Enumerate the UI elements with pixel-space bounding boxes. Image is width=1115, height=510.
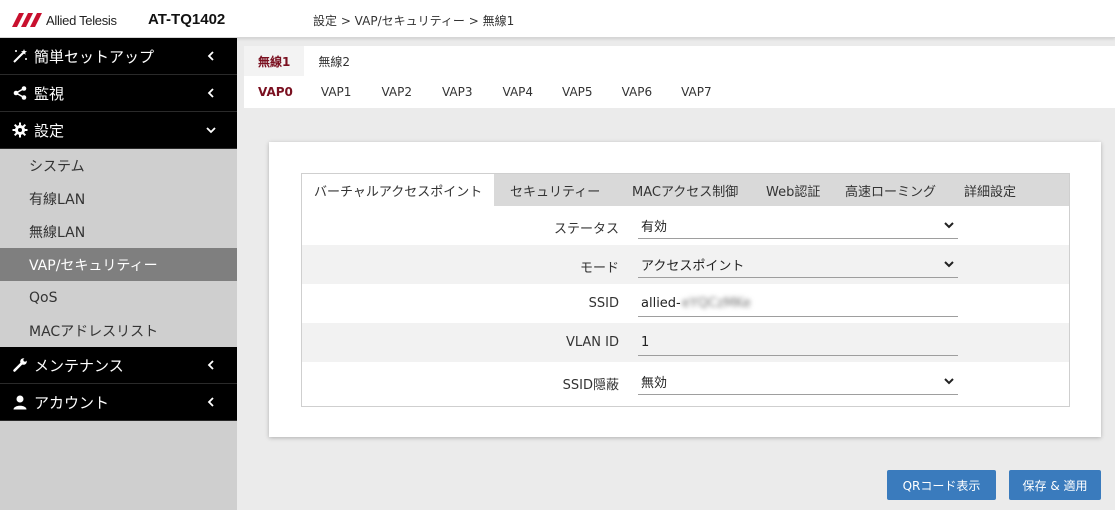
allied-telesis-logo-icon [12, 13, 42, 27]
status-value: 有効 [641, 219, 668, 235]
chevron-down-icon [944, 222, 954, 229]
settings-card: バーチャルアクセスポイント セキュリティー MACアクセス制御 Web認証 高速… [269, 142, 1101, 437]
mode-select[interactable]: アクセスポイント [638, 251, 958, 278]
status-select[interactable]: 有効 [638, 212, 958, 239]
sidebar-item-account[interactable]: アカウント [0, 384, 237, 421]
tab-fast-roaming[interactable]: 高速ローミング [845, 174, 936, 206]
tab-vap3[interactable]: VAP3 [442, 77, 473, 107]
sidebar-item-label: 監視 [34, 84, 65, 103]
tab-vap6[interactable]: VAP6 [622, 77, 653, 107]
sidebar: 簡単セットアップ 監視 設定 システム 有線LAN 無線LAN VAP/セキュリ… [0, 38, 237, 510]
chevron-down-icon [944, 378, 954, 385]
chevron-left-icon [207, 51, 214, 61]
share-icon [12, 85, 28, 101]
mode-label: モード [579, 261, 619, 276]
tab-vap7[interactable]: VAP7 [681, 77, 712, 107]
ssid-label: SSID [588, 296, 619, 311]
tab-vap1[interactable]: VAP1 [321, 77, 352, 107]
settings-tabs: バーチャルアクセスポイント セキュリティー MACアクセス制御 Web認証 高速… [302, 174, 1069, 206]
vlan-id-input[interactable]: 1 [638, 329, 958, 356]
row-ssid: SSID allied- eYQCzMKe [302, 284, 1069, 323]
sidebar-item-label: メンテナンス [34, 356, 124, 375]
row-vlan-id: VLAN ID 1 [302, 323, 1069, 362]
tab-mac-access-control[interactable]: MACアクセス制御 [632, 174, 738, 206]
ssid-hide-value: 無効 [641, 375, 668, 391]
device-model: AT-TQ1402 [148, 11, 226, 28]
magic-wand-icon [12, 48, 28, 64]
ssid-hide-label: SSID隠蔽 [562, 378, 619, 393]
chevron-left-icon [207, 397, 214, 407]
mode-value: アクセスポイント [641, 258, 745, 274]
sidebar-item-monitor[interactable]: 監視 [0, 75, 237, 112]
radio-vap-tabbar: 無線1 無線2 VAP0 VAP1 VAP2 VAP3 VAP4 VAP5 VA… [244, 46, 1115, 108]
tab-web-auth[interactable]: Web認証 [766, 174, 820, 206]
tab-radio-2[interactable]: 無線2 [304, 46, 364, 76]
row-mode: モード アクセスポイント [302, 245, 1069, 284]
user-icon [12, 394, 28, 410]
vap-tabs: VAP0 VAP1 VAP2 VAP3 VAP4 VAP5 VAP6 VAP7 [244, 77, 712, 107]
tab-radio-1[interactable]: 無線1 [244, 46, 305, 76]
tab-security[interactable]: セキュリティー [510, 174, 600, 206]
chevron-down-icon [944, 261, 954, 268]
status-label: ステータス [553, 222, 619, 237]
sidebar-item-maintenance[interactable]: メンテナンス [0, 347, 237, 384]
sidebar-sub-wireless-lan[interactable]: 無線LAN [0, 215, 237, 248]
ssid-hide-select[interactable]: 無効 [638, 368, 958, 395]
qr-code-button[interactable]: QRコード表示 [887, 470, 996, 500]
sidebar-item-label: 簡単セットアップ [34, 47, 155, 66]
chevron-left-icon [207, 88, 214, 98]
top-header: Allied Telesis AT-TQ1402 設定 > VAP/セキュリティ… [0, 0, 1115, 38]
tab-virtual-access-point[interactable]: バーチャルアクセスポイント [302, 174, 494, 206]
wrench-icon [12, 357, 28, 373]
sidebar-sub-qos[interactable]: QoS [0, 281, 237, 314]
tab-vap2[interactable]: VAP2 [381, 77, 412, 107]
sidebar-sub-wired-lan[interactable]: 有線LAN [0, 182, 237, 215]
sidebar-sub-mac-address-list[interactable]: MACアドレスリスト [0, 314, 237, 347]
row-ssid-hide: SSID隠蔽 無効 [302, 362, 1069, 401]
sidebar-sub-vap-security[interactable]: VAP/セキュリティー [0, 248, 237, 281]
radio-tabs: 無線1 無線2 [244, 46, 364, 76]
vlan-id-value: 1 [641, 334, 650, 350]
vap-settings-panel: バーチャルアクセスポイント セキュリティー MACアクセス制御 Web認証 高速… [301, 173, 1070, 407]
tab-advanced-settings[interactable]: 詳細設定 [964, 174, 1016, 206]
ssid-input[interactable]: allied- eYQCzMKe [638, 290, 958, 317]
tab-vap5[interactable]: VAP5 [562, 77, 593, 107]
vlan-id-label: VLAN ID [565, 335, 619, 350]
sidebar-item-label: 設定 [34, 121, 65, 140]
breadcrumb: 設定 > VAP/セキュリティー > 無線1 [313, 14, 515, 28]
chevron-down-icon [206, 127, 216, 134]
sidebar-item-label: アカウント [34, 393, 110, 412]
brand-name: Allied Telesis [46, 12, 117, 28]
sidebar-sub-system[interactable]: システム [0, 149, 237, 182]
sidebar-item-settings[interactable]: 設定 [0, 112, 237, 149]
brand-logo: Allied Telesis [12, 11, 117, 29]
ssid-value-prefix: allied- [641, 295, 681, 311]
main-content: 無線1 無線2 VAP0 VAP1 VAP2 VAP3 VAP4 VAP5 VA… [237, 38, 1115, 510]
save-apply-button[interactable]: 保存 & 適用 [1009, 470, 1101, 500]
gear-icon [12, 122, 28, 138]
chevron-left-icon [207, 360, 214, 370]
sidebar-item-easy-setup[interactable]: 簡単セットアップ [0, 38, 237, 75]
tab-vap0[interactable]: VAP0 [258, 77, 293, 107]
tab-vap4[interactable]: VAP4 [503, 77, 534, 107]
row-status: ステータス 有効 [302, 206, 1069, 245]
ssid-value-masked: eYQCzMKe [681, 295, 751, 311]
